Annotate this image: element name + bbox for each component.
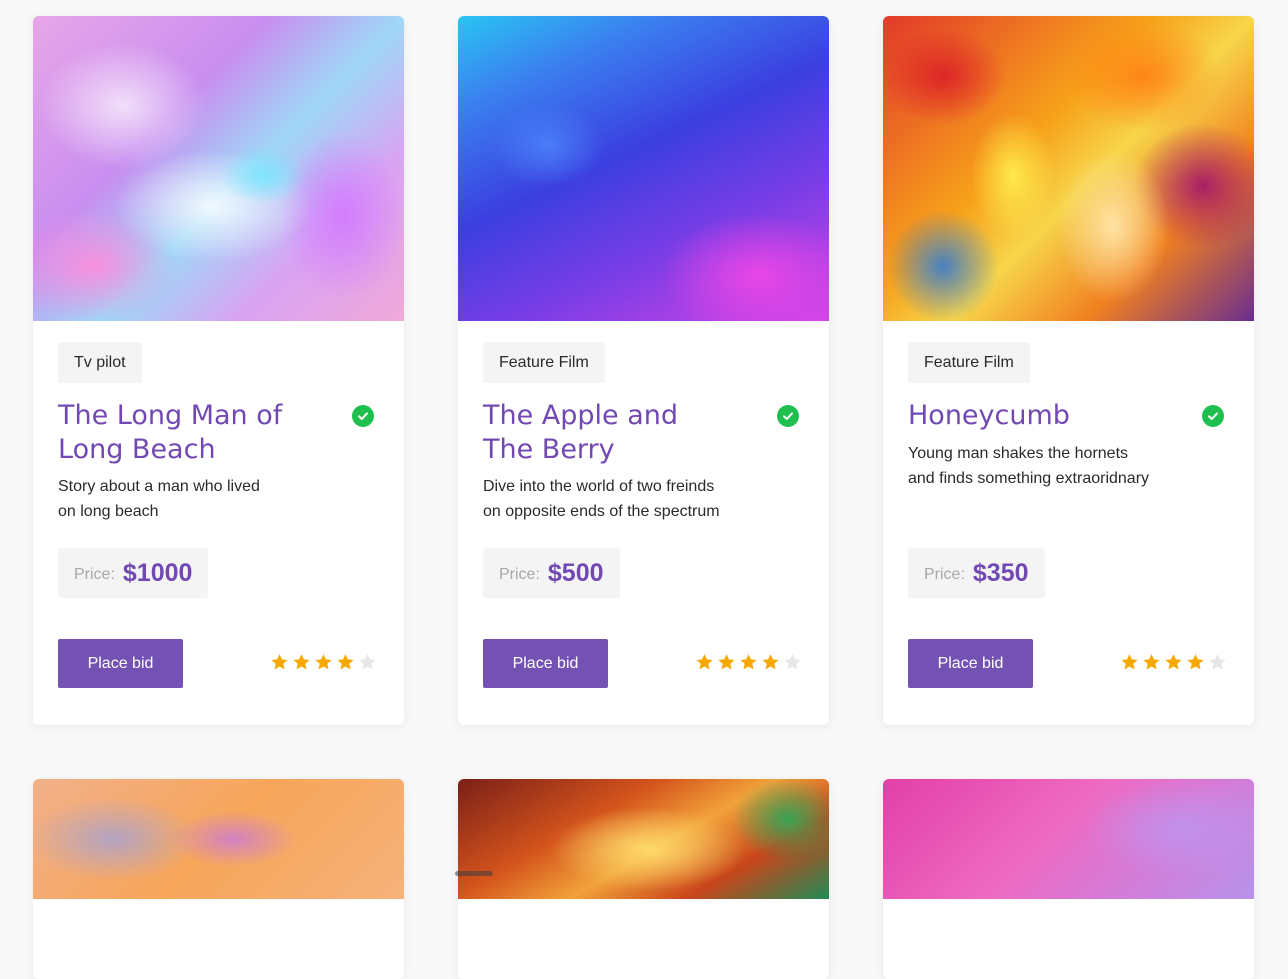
star-rating xyxy=(270,653,377,672)
star-filled-icon xyxy=(1187,654,1204,670)
project-card: Feature Film Honeycumb Young man shakes … xyxy=(883,16,1254,725)
card-title: The Apple and The Berry xyxy=(483,400,679,465)
category-tag: Feature Film xyxy=(908,342,1030,383)
star-empty-icon xyxy=(1209,654,1226,670)
price-label: Price: xyxy=(924,566,965,583)
card-artwork xyxy=(33,16,404,321)
price-box: Price: $500 xyxy=(483,548,620,598)
project-card xyxy=(458,779,829,979)
star-filled-icon xyxy=(696,654,713,670)
star-filled-icon xyxy=(337,654,354,670)
check-circle-icon xyxy=(1202,405,1224,427)
project-card xyxy=(33,779,404,979)
price-label: Price: xyxy=(74,566,115,583)
star-empty-icon xyxy=(359,654,376,670)
scroll-indicator[interactable] xyxy=(455,871,493,876)
place-bid-button[interactable]: Place bid xyxy=(908,639,1033,688)
project-card: Tv pilot The Long Man of Long Beach Stor… xyxy=(33,16,404,725)
project-card xyxy=(883,779,1254,979)
category-tag: Tv pilot xyxy=(58,342,142,383)
star-filled-icon xyxy=(1121,654,1138,670)
star-filled-icon xyxy=(1165,654,1182,670)
card-description: Young man shakes the hornets and finds s… xyxy=(908,445,1150,487)
star-empty-icon xyxy=(784,654,801,670)
card-description: Dive into the world of two freinds on op… xyxy=(483,478,720,520)
card-artwork xyxy=(883,16,1254,321)
project-card: Feature Film The Apple and The Berry Div… xyxy=(458,16,829,725)
star-filled-icon xyxy=(315,654,332,670)
star-filled-icon xyxy=(740,654,757,670)
card-artwork xyxy=(458,16,829,321)
card-artwork xyxy=(33,779,404,899)
place-bid-button[interactable]: Place bid xyxy=(58,639,183,688)
card-title: Honeycumb xyxy=(908,400,1070,431)
card-description: Story about a man who lived on long beac… xyxy=(58,478,260,520)
price-value: $500 xyxy=(547,558,604,587)
star-filled-icon xyxy=(718,654,735,670)
category-tag: Feature Film xyxy=(483,342,605,383)
card-grid: Tv pilot The Long Man of Long Beach Stor… xyxy=(0,0,1288,979)
check-circle-icon xyxy=(777,405,799,427)
price-label: Price: xyxy=(499,566,540,583)
star-filled-icon xyxy=(1143,654,1160,670)
card-artwork xyxy=(883,779,1254,899)
check-circle-icon xyxy=(352,405,374,427)
star-filled-icon xyxy=(271,654,288,670)
price-box: Price: $350 xyxy=(908,548,1045,598)
price-value: $1000 xyxy=(122,558,193,587)
star-filled-icon xyxy=(293,654,310,670)
card-artwork xyxy=(458,779,829,899)
star-filled-icon xyxy=(762,654,779,670)
place-bid-button[interactable]: Place bid xyxy=(483,639,608,688)
star-rating xyxy=(1120,653,1227,672)
star-rating xyxy=(695,653,802,672)
price-box: Price: $1000 xyxy=(58,548,209,598)
price-value: $350 xyxy=(972,558,1029,587)
card-title: The Long Man of Long Beach xyxy=(58,400,283,465)
